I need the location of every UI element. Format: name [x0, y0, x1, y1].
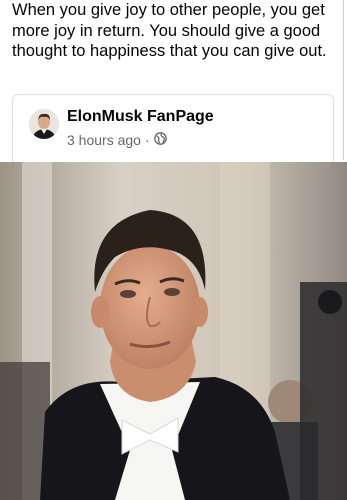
scrollbar-edge	[343, 0, 347, 160]
post-text: When you give joy to other people, you g…	[12, 1, 327, 60]
person-photo-illustration	[0, 162, 347, 500]
page-name[interactable]: ElonMusk FanPage	[67, 108, 214, 126]
post-photo[interactable]	[0, 162, 347, 500]
page-avatar[interactable]	[29, 109, 59, 139]
globe-icon	[153, 132, 167, 148]
post-meta: 3 hours ago ·	[67, 132, 167, 148]
shared-post-header[interactable]: ElonMusk FanPage 3 hours ago ·	[12, 94, 334, 162]
meta-separator: ·	[144, 132, 150, 148]
post-timestamp[interactable]: 3 hours ago	[67, 132, 141, 148]
